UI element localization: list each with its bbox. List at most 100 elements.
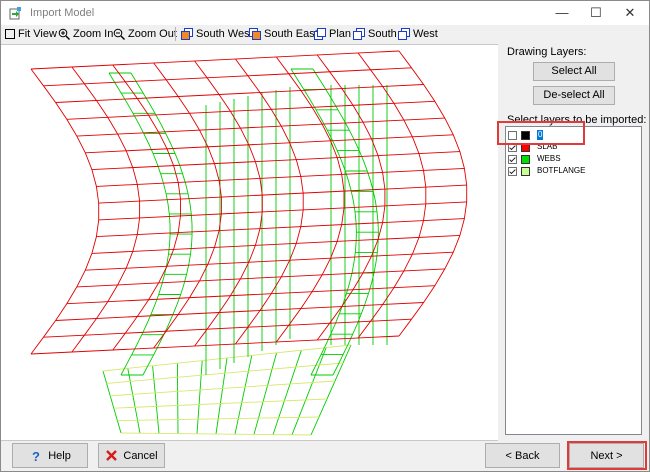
web-edge-line <box>108 72 171 376</box>
layer-color-swatch <box>521 166 530 176</box>
west-view-icon <box>398 28 410 40</box>
svg-text:?: ? <box>32 449 40 463</box>
slab-grid-curve <box>71 66 141 353</box>
next-button-highlight <box>567 441 647 470</box>
slab-grid-curve <box>194 60 263 347</box>
layer-checkbox[interactable] <box>508 166 517 176</box>
deselect-all-button[interactable]: De-select All <box>533 86 615 105</box>
model-wireframe <box>30 50 468 436</box>
close-icon: ✕ <box>624 5 636 20</box>
slab-grid-curve <box>30 68 100 355</box>
cancel-button[interactable]: Cancel <box>98 443 165 468</box>
slab-grid-line <box>55 302 424 321</box>
bottom-flange-grid-line <box>196 360 203 434</box>
drawing-layers-label: Drawing Layers: <box>507 46 587 58</box>
minimize-icon: — <box>555 5 569 20</box>
bottom-flange-grid-line <box>234 355 253 435</box>
minimize-button[interactable]: — <box>547 1 577 25</box>
slab-grid-curve <box>398 50 468 337</box>
web-edge-line <box>312 68 379 376</box>
west-view-button[interactable]: West <box>398 26 438 42</box>
bottom-flange-grid-line <box>102 370 122 434</box>
layer-checkbox[interactable] <box>508 154 517 164</box>
slab-grid-line <box>55 84 424 103</box>
toolbar-separator <box>175 27 176 41</box>
maximize-icon: ☐ <box>590 5 602 20</box>
slab-grid-line <box>76 268 445 288</box>
layer-list: 0 SLAB WEBS BOTFLANGE <box>505 126 642 435</box>
bottom-flange-grid-line <box>106 362 344 384</box>
layer-item-botflange[interactable]: BOTFLANGE <box>508 165 585 177</box>
south-east-view-label: South East <box>264 28 318 40</box>
slab-grid-line <box>98 201 467 221</box>
south-view-icon <box>353 28 365 40</box>
south-west-view-icon <box>181 28 193 40</box>
bottom-flange-grid-line <box>110 380 336 397</box>
west-view-label: West <box>413 28 438 40</box>
south-east-view-icon <box>249 28 261 40</box>
zoom-out-label: Zoom Out <box>128 28 177 40</box>
web-edge-line <box>130 72 193 376</box>
slab-grid-line <box>43 318 412 338</box>
plan-view-button[interactable]: Plan <box>314 26 351 42</box>
south-view-button[interactable]: South <box>353 26 397 42</box>
layer-name: BOTFLANGE <box>537 166 586 175</box>
slab-grid-line <box>30 335 400 355</box>
plan-view-icon <box>314 28 326 40</box>
layer-panel: Drawing Layers: Select All De-select All… <box>502 44 648 439</box>
slab-grid-line <box>76 117 445 137</box>
title-bar: Import Model — ☐ ✕ <box>1 1 649 25</box>
bottom-flange-grid-line <box>291 347 327 435</box>
zoom-in-label: Zoom In <box>73 28 114 40</box>
layer-item-webs[interactable]: WEBS <box>508 153 561 165</box>
footer-bar: ? Help Cancel < Back Next > <box>1 441 649 471</box>
bottom-flange-grid-line <box>152 365 160 434</box>
layer-zero-highlight <box>497 121 585 145</box>
bottom-flange-grid-line <box>113 398 328 409</box>
help-label: Help <box>48 449 71 462</box>
south-west-view-button[interactable]: South West <box>181 26 253 42</box>
help-icon: ? <box>32 449 40 463</box>
select-all-button[interactable]: Select All <box>533 62 615 81</box>
slab-grid-curve <box>112 64 181 351</box>
import-model-icon <box>9 7 21 20</box>
slab-grid-curve <box>153 62 222 349</box>
back-button[interactable]: < Back <box>485 443 560 468</box>
slab-grid-line <box>85 251 454 271</box>
slab-grid-line <box>30 50 400 70</box>
slab-grid-line <box>85 134 454 154</box>
slab-grid-line <box>96 167 465 187</box>
south-east-view-button[interactable]: South East <box>249 26 318 42</box>
slab-grid-line <box>96 218 465 238</box>
south-view-label: South <box>368 28 397 40</box>
cancel-icon <box>106 450 118 461</box>
layer-color-swatch <box>521 154 530 164</box>
close-button[interactable]: ✕ <box>615 1 645 25</box>
south-west-view-label: South West <box>196 28 253 40</box>
bottom-flange-grid-line <box>176 363 179 434</box>
web-edge-line <box>290 68 357 376</box>
cancel-label: Cancel <box>123 449 158 462</box>
zoom-out-button[interactable]: Zoom Out <box>113 26 177 42</box>
slab-grid-line <box>66 100 435 120</box>
import-model-window: Import Model — ☐ ✕ Fit View Zoom In Zoom… <box>0 0 650 472</box>
zoom-in-button[interactable]: Zoom In <box>58 26 113 42</box>
window-title: Import Model <box>30 7 95 19</box>
layer-name: WEBS <box>537 154 561 163</box>
fit-view-label: Fit View <box>18 28 57 40</box>
maximize-button[interactable]: ☐ <box>581 1 611 25</box>
zoom-out-icon <box>113 28 125 40</box>
help-button[interactable]: ? Help <box>12 443 88 468</box>
model-viewport[interactable] <box>1 44 498 441</box>
plan-view-label: Plan <box>329 28 352 40</box>
fit-view-icon <box>5 29 15 39</box>
slab-grid-line <box>66 285 435 305</box>
bottom-flange-grid-line <box>127 368 141 434</box>
slab-grid-line <box>98 184 467 204</box>
toolbar: Fit View Zoom In Zoom Out South West Sou… <box>1 25 649 43</box>
fit-view-button[interactable]: Fit View <box>5 26 57 42</box>
bottom-flange-grid-line <box>310 344 352 436</box>
slab-grid-curve <box>235 58 304 345</box>
slab-grid-line <box>43 67 412 87</box>
zoom-in-icon <box>58 28 70 40</box>
